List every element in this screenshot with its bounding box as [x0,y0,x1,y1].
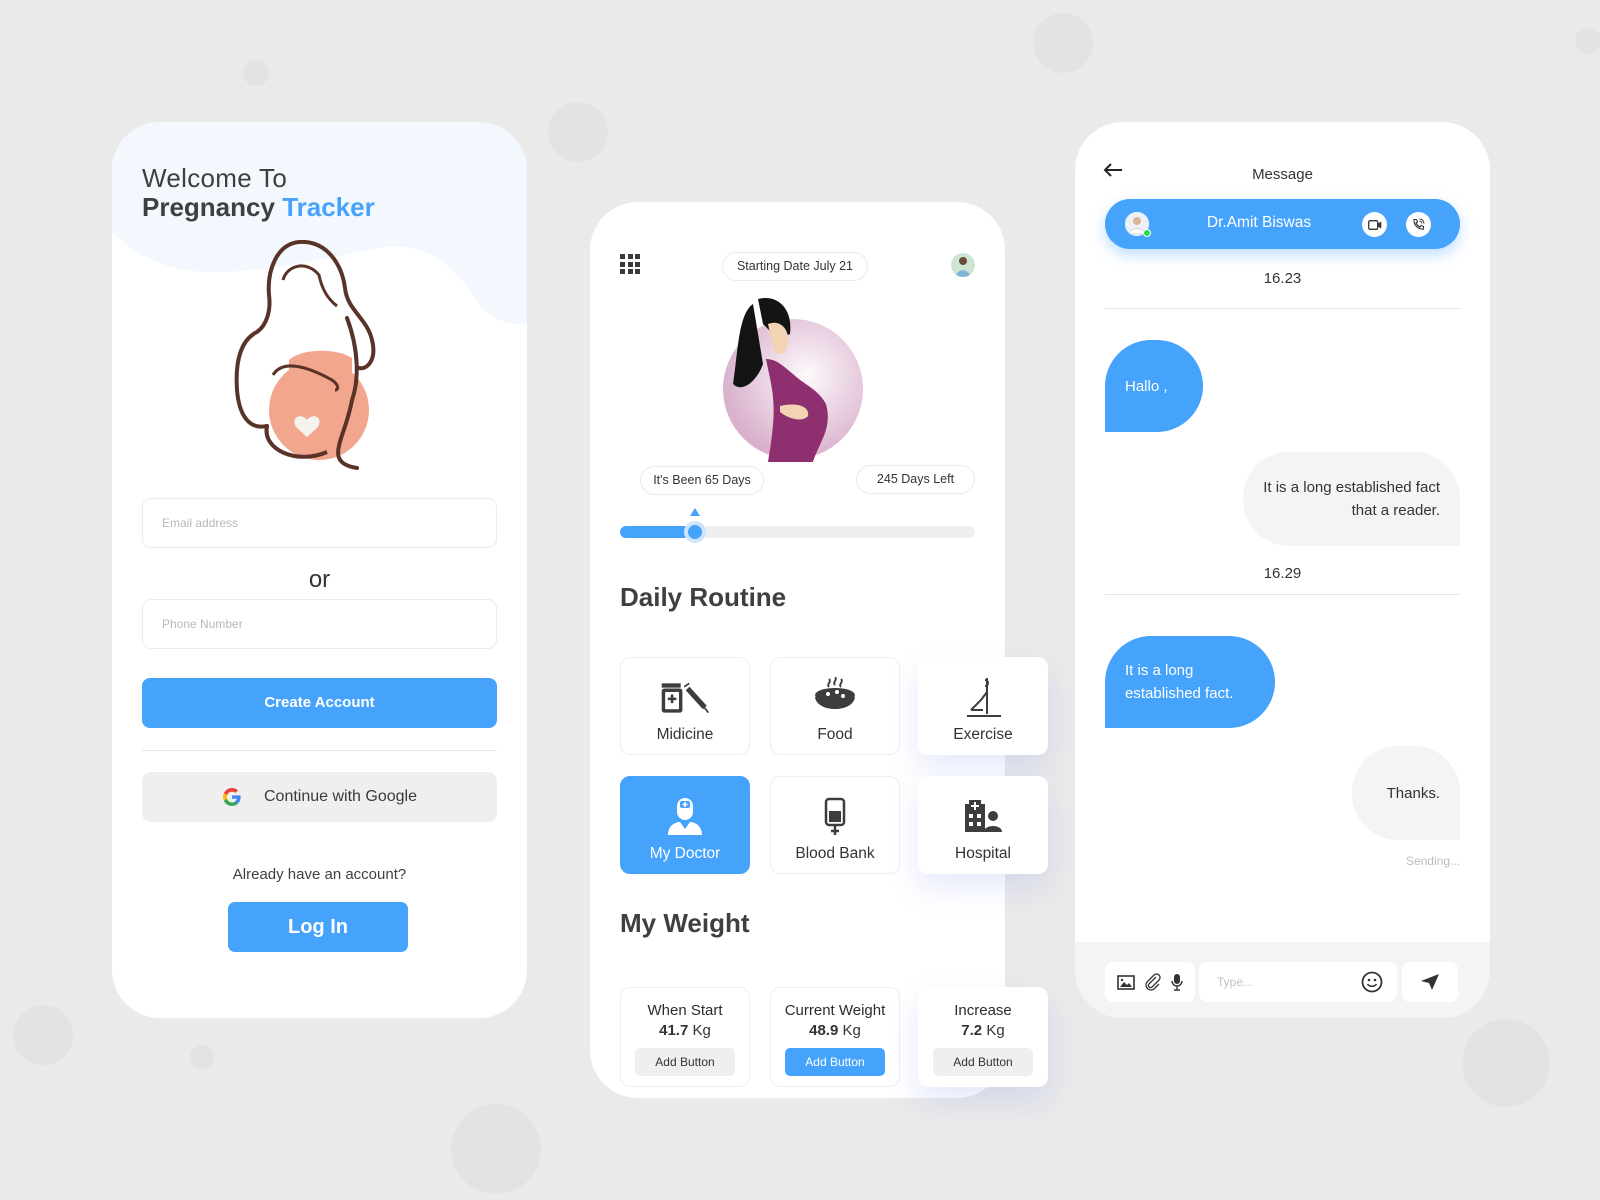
background-dot [1462,1019,1550,1107]
voice-call-button[interactable] [1406,212,1431,237]
continue-with-google-button[interactable]: Continue with Google [142,772,497,822]
weight-card-start: When Start 41.7 Kg Add Button [620,987,750,1087]
app-name-brand: Pregnancy [142,192,275,222]
days-elapsed-badge: It's Been 65 Days [640,466,764,495]
blood-bag-icon [810,795,860,839]
sending-status: Sending... [1405,854,1460,868]
menu-grid-icon[interactable] [620,254,640,274]
routine-tile-medicine[interactable]: Midicine [620,657,750,755]
message-bubble-outgoing: It is a long established fact that a rea… [1243,452,1460,546]
background-dot [1575,28,1600,54]
message-timestamp: 16.23 [1263,270,1302,287]
weight-card-current: Current Weight 48.9 Kg Add Button [770,987,900,1087]
welcome-line: Welcome To [142,163,288,193]
video-camera-icon [1367,219,1381,230]
routine-tile-label: Midicine [656,726,714,743]
background-dot [13,1005,73,1065]
routine-tile-my-doctor[interactable]: My Doctor [620,776,750,874]
chat-title: Message [1252,166,1313,183]
message-bubble-incoming: It is a long established fact. [1105,636,1275,728]
log-in-button[interactable]: Log In [228,902,408,952]
send-icon [1421,974,1439,990]
medicine-syringe-icon [660,676,710,720]
timestamp-divider [1105,308,1460,309]
pregnancy-progress-bar[interactable] [620,521,975,543]
timestamp-divider [1105,594,1460,595]
routine-tile-food[interactable]: Food [770,657,900,755]
phone-call-icon [1413,218,1425,230]
add-weight-button[interactable]: Add Button [785,1048,885,1076]
message-text: It is a long established fact that a rea… [1263,479,1440,519]
google-button-label: Continue with Google [264,788,417,805]
image-icon[interactable] [1117,974,1136,990]
login-screen: Welcome To Pregnancy Tracker Email addre… [112,122,527,1018]
daily-routine-title: Daily Routine [620,582,787,612]
pregnant-woman-illustration [234,240,376,470]
message-text: It is a long established fact. [1125,662,1234,702]
welcome-heading: Welcome To Pregnancy Tracker [142,164,375,222]
weight-card-title: Increase [954,1002,1012,1019]
starting-date-badge: Starting Date July 21 [722,252,868,281]
attachment-toolbar [1105,962,1195,1002]
background-dot [548,102,608,162]
app-name: Pregnancy Tracker [142,192,375,222]
message-composer: Type... [1075,942,1490,1018]
routine-tile-label: Hospital [955,845,1011,862]
google-icon [223,788,241,806]
video-call-button[interactable] [1362,212,1387,237]
progress-caret-icon [690,508,700,516]
weight-card-value: 41.7 Kg [659,1022,711,1039]
or-separator: or [308,566,331,593]
routine-tile-label: Food [817,726,853,743]
yoga-pose-icon [958,676,1008,720]
pregnant-mother-illustration [723,298,863,462]
weight-card-title: When Start [647,1002,723,1019]
doctor-contact-bar[interactable]: Dr.Amit Biswas [1105,199,1460,249]
app-name-accent: Tracker [282,192,375,222]
send-button[interactable] [1402,962,1458,1002]
hot-bowl-icon [810,676,860,720]
user-avatar[interactable] [951,253,975,277]
email-field[interactable]: Email address [142,498,497,548]
user-avatar-icon [956,257,970,277]
background-dot [190,1045,214,1069]
already-have-account-text: Already have an account? [232,866,407,883]
microphone-icon[interactable] [1170,973,1183,991]
background-dot [243,60,269,86]
routine-tile-label: Blood Bank [795,845,875,862]
routine-tile-blood-bank[interactable]: Blood Bank [770,776,900,874]
progress-handle[interactable] [684,521,706,543]
message-bubble-incoming: Hallo , [1105,340,1203,432]
message-bubble-outgoing: Thanks. [1352,746,1460,840]
routine-tile-hospital[interactable]: Hospital [918,776,1048,874]
routine-tile-exercise[interactable]: Exercise [918,657,1048,755]
add-weight-button[interactable]: Add Button [635,1048,735,1076]
days-left-badge: 245 Days Left [856,465,975,494]
weight-card-value: 48.9 Kg [809,1022,861,1039]
emoji-icon[interactable] [1361,971,1383,993]
background-dot [1033,13,1093,73]
message-timestamp: 16.29 [1263,565,1302,582]
weight-card-increase: Increase 7.2 Kg Add Button [918,987,1048,1087]
create-account-button[interactable]: Create Account [142,678,497,728]
chat-screen: Message Dr.Amit Biswas 16.23 Hallo , It … [1075,122,1490,1018]
weight-card-title: Current Weight [784,1002,886,1019]
doctor-icon [660,795,710,839]
home-screen: Starting Date July 21 It's Been 65 Days … [590,202,1048,1098]
phone-number-field[interactable]: Phone Number [142,599,497,649]
weight-card-value: 7.2 Kg [961,1022,1005,1039]
my-weight-title: My Weight [620,908,750,938]
divider [142,750,497,751]
hospital-icon [958,795,1008,839]
paperclip-icon[interactable] [1144,973,1162,991]
routine-tile-label: Exercise [953,726,1013,743]
background-dot [451,1104,541,1194]
add-weight-button[interactable]: Add Button [933,1048,1033,1076]
routine-tile-label: My Doctor [649,845,721,862]
